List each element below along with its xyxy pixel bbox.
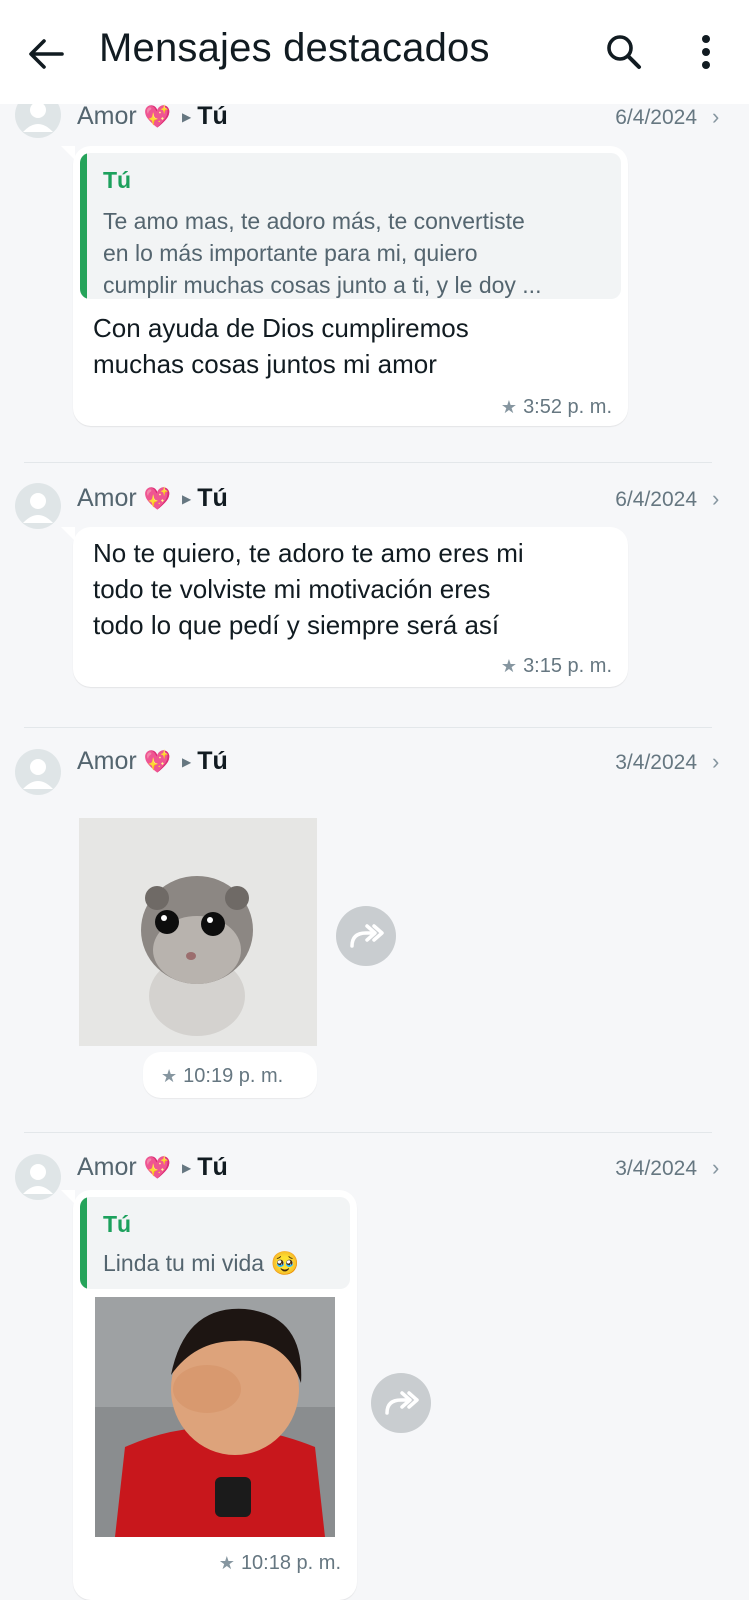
sender-name: Amor <box>77 747 137 775</box>
sender-recipient: Amor 💖 ▶ Tú <box>77 1153 228 1182</box>
message-bubble[interactable]: No te quiero, te adoro te amo eres mi to… <box>61 527 628 687</box>
recipient-name: Tú <box>197 102 228 130</box>
chevron-right-icon[interactable]: › <box>712 104 719 130</box>
message-time: ★ 3:15 p. m. <box>501 655 612 678</box>
message-time: ★ 10:19 p. m. <box>161 1065 283 1088</box>
message-date: 6/4/2024 <box>615 488 697 511</box>
sender-recipient: Amor 💖 ▶ Tú <box>77 102 228 131</box>
star-icon: ★ <box>161 1066 178 1086</box>
quote-line: Te amo mas, te adoro más, te convertiste <box>103 208 525 234</box>
forward-icon <box>350 924 384 948</box>
forward-button[interactable] <box>336 906 396 966</box>
avatar <box>15 483 61 529</box>
time-text: 10:19 p. m. <box>183 1065 284 1087</box>
search-icon[interactable] <box>600 28 648 76</box>
quote-line: en lo más importante para mi, quiero <box>103 240 478 266</box>
quote-author: Tú <box>103 167 132 193</box>
starred-message-entry[interactable]: Amor 💖 ▶ Tú 6/4/2024 › No te quiero, te a… <box>0 463 749 728</box>
avatar <box>15 1154 61 1200</box>
triangle-right-icon: ▶ <box>182 1161 192 1175</box>
page-title: Mensajes destacados <box>99 26 490 70</box>
bubble-tail <box>61 1190 75 1204</box>
star-icon: ★ <box>218 1553 235 1573</box>
recipient-name: Tú <box>197 484 228 512</box>
quote-text-content: Linda tu mi vida <box>103 1250 265 1276</box>
triangle-right-icon: ▶ <box>182 492 192 506</box>
bubble-tail <box>61 527 75 541</box>
quote-line: cumplir muchas cosas junto a ti, y le do… <box>103 272 542 298</box>
heart-emoji: 💖 <box>143 104 172 129</box>
time-text: 3:52 p. m. <box>523 396 612 418</box>
bubble-tail <box>61 146 75 160</box>
quoted-message[interactable]: Tú Te amo mas, te adoro más, te converti… <box>80 153 621 299</box>
message-line: muchas cosas juntos mi amor <box>93 349 437 379</box>
chevron-right-icon[interactable]: › <box>712 1155 719 1181</box>
chevron-right-icon[interactable]: › <box>712 486 719 512</box>
message-bubble[interactable]: Tú Linda tu mi vida 🥹 ★ 10:18 p. m. <box>61 1190 357 1600</box>
sender-recipient: Amor 💖 ▶ Tú <box>77 484 228 513</box>
message-line: todo te volviste mi motivación eres <box>93 574 491 604</box>
message-line: No te quiero, te adoro te amo eres mi <box>93 538 524 568</box>
hamster-sticker-image[interactable] <box>79 818 317 1046</box>
sender-recipient: Amor 💖 ▶ Tú <box>77 747 228 776</box>
message-line: Con ayuda de Dios cumpliremos <box>93 313 469 343</box>
quote-bar <box>80 153 87 299</box>
message-bubble[interactable]: Tú Te amo mas, te adoro más, te converti… <box>61 146 628 426</box>
laughing-boy-photo[interactable] <box>95 1297 335 1537</box>
forward-button[interactable] <box>371 1373 431 1433</box>
person-icon <box>23 1164 53 1194</box>
message-time-pill: ★ 10:19 p. m. <box>143 1052 317 1098</box>
triangle-right-icon: ▶ <box>182 755 192 769</box>
recipient-name: Tú <box>197 747 228 775</box>
triangle-right-icon: ▶ <box>182 110 192 124</box>
app-bar: Mensajes destacados <box>0 0 749 104</box>
sender-name: Amor <box>77 484 137 512</box>
emoji: 🥹 <box>270 1250 300 1276</box>
star-icon: ★ <box>500 397 518 417</box>
chevron-right-icon[interactable]: › <box>712 749 719 775</box>
quote-text: Linda tu mi vida 🥹 <box>103 1247 299 1279</box>
recipient-name: Tú <box>197 1153 228 1181</box>
time-text: 10:18 p. m. <box>240 1552 341 1574</box>
message-date: 3/4/2024 <box>615 1157 697 1180</box>
sender-name: Amor <box>77 1153 137 1181</box>
star-icon: ★ <box>500 656 518 676</box>
person-icon <box>23 759 53 789</box>
starred-message-entry[interactable]: Amor 💖 ▶ Tú 3/4/2024 › ★ 10:19 p. m. <box>0 728 749 1133</box>
more-vertical-icon[interactable] <box>684 28 728 76</box>
heart-emoji: 💖 <box>143 1155 172 1180</box>
message-time: ★ 10:18 p. m. <box>219 1552 341 1575</box>
avatar <box>15 749 61 795</box>
heart-emoji: 💖 <box>143 486 172 511</box>
forward-icon <box>385 1391 419 1415</box>
quoted-message[interactable]: Tú Linda tu mi vida 🥹 <box>80 1197 350 1289</box>
quote-author: Tú <box>103 1211 132 1237</box>
heart-emoji: 💖 <box>143 749 172 774</box>
person-icon <box>23 493 53 523</box>
time-text: 3:15 p. m. <box>523 655 612 677</box>
message-date: 3/4/2024 <box>615 751 697 774</box>
message-line: todo lo que pedí y siempre será así <box>93 610 500 640</box>
arrow-left-icon[interactable] <box>22 30 70 78</box>
sender-name: Amor <box>77 102 137 130</box>
quote-bar <box>80 1197 87 1289</box>
message-time: ★ 3:52 p. m. <box>501 396 612 419</box>
message-date: 6/4/2024 <box>615 106 697 129</box>
starred-message-entry[interactable]: Amor 💖 ▶ Tú 3/4/2024 › Tú Linda tu mi vid… <box>0 1133 749 1600</box>
